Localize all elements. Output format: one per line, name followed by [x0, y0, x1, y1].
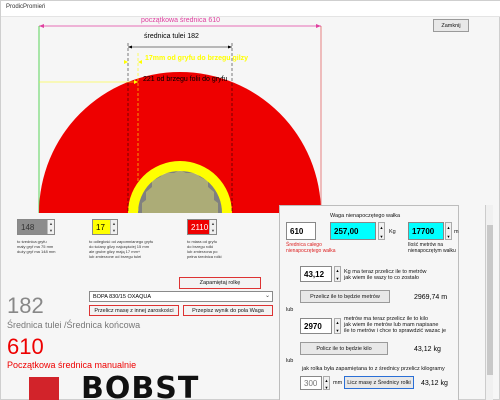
- meters-now-arrows[interactable]: ▲ ▼: [334, 318, 341, 334]
- calc-meters-button[interactable]: Przelicz ile to będzie metrów: [300, 290, 390, 303]
- mass-now-field[interactable]: 43,12: [300, 266, 332, 282]
- meters-unit: m: [454, 229, 459, 235]
- meters-label: Ilość metrów na nienapoczętym wałku: [408, 242, 456, 254]
- kg-result: 43,12 kg: [414, 346, 441, 353]
- initial-diameter-value: 610: [7, 334, 44, 359]
- panel-scrollbar[interactable]: [485, 205, 493, 400]
- calc-kg-button[interactable]: Policz ile to będzie kilo: [300, 342, 388, 355]
- meters-spinner-arrows[interactable]: ▲ ▼: [445, 222, 452, 240]
- gray-spinner-desc: to średnica gryfu mały gryf ma 75 mm duż…: [17, 239, 56, 254]
- core-diameter-caption: Średnica tulei /Średnica końcowa: [7, 320, 141, 330]
- initial-diameter-caption: Początkowa średnica manualnie: [7, 360, 137, 370]
- chevron-down-icon: ⌄: [264, 293, 270, 299]
- diameter-input[interactable]: 300: [300, 376, 322, 390]
- diameter-input-arrows[interactable]: ▲ ▼: [323, 376, 330, 390]
- meters-result: 2969,74 m: [414, 294, 448, 301]
- gray-spinner-arrows[interactable]: ▲ ▼: [47, 220, 54, 234]
- core-diameter-label: średnica tulei 182: [144, 33, 199, 40]
- weight-spinner-arrows[interactable]: ▲ ▼: [378, 222, 385, 240]
- mass-now-label: Kg ma teraz przelicz ile to metrów jak w…: [344, 269, 427, 281]
- gray-spinner[interactable]: 148 ▲ ▼: [17, 219, 55, 235]
- weight-unit: Kg: [389, 229, 396, 235]
- roll-diagram: początkowa średnica 610 średnica tulei 1…: [1, 13, 331, 213]
- transfer-result-button[interactable]: Przepisz wynik do pola Waga: [183, 305, 273, 316]
- brand-logo: BOBST: [81, 371, 200, 400]
- recalc-mass-button[interactable]: Przelicz masę z innej zaroskości: [89, 305, 179, 316]
- save-roll-button[interactable]: Zapamiętaj rolkę: [179, 277, 261, 289]
- yellow-spinner-desc: to odległość od zapomnianego gryfu do śc…: [89, 239, 154, 259]
- scrollbar-thumb[interactable]: [487, 225, 493, 375]
- meters-field[interactable]: 17700: [408, 222, 444, 240]
- calc-from-diameter-button[interactable]: Licz masę z Średnicy rolki: [344, 376, 414, 389]
- to-foil-label: 221 od brzegu folii do gryfu: [143, 76, 228, 83]
- app-window: ProdicPromień Zamknij początkowa średnic…: [0, 0, 500, 400]
- red-spinner-desc: to miara od gryfu do brzegu rolki lub zm…: [187, 239, 222, 259]
- roll-svg: [38, 24, 322, 213]
- or-label-1: lub: [286, 307, 294, 313]
- meters-now-label: metrów ma teraz przelicz ile to kilo jak…: [344, 316, 447, 334]
- red-spinner-value: 2110: [191, 222, 209, 232]
- logo-mark: [29, 377, 59, 400]
- material-select[interactable]: BOPA 830/15 OXAQUA ⌄: [89, 291, 273, 302]
- weight-field[interactable]: 257,00: [330, 222, 376, 240]
- mass-now-arrows[interactable]: ▲ ▼: [334, 266, 341, 282]
- or-label-2: lub: [286, 358, 294, 364]
- remembered-label: jak rolka była zapamiętana to z średnicy…: [302, 366, 445, 372]
- close-button[interactable]: Zamknij: [433, 19, 469, 32]
- to-glass-label: 17mm od gryfu do brzegu gilzy: [145, 55, 249, 62]
- gray-spinner-value: 148: [21, 222, 35, 232]
- yellow-spinner[interactable]: 17 ▲ ▼: [92, 219, 118, 235]
- calc-panel: Waga nienapoczętego wałka 610 Średnica c…: [279, 205, 459, 400]
- red-spinner[interactable]: 2110 ▲ ▼: [187, 219, 217, 235]
- yellow-spinner-arrows[interactable]: ▲ ▼: [110, 220, 117, 234]
- weight-title: Waga nienapoczętego wałka: [330, 213, 401, 219]
- yellow-spinner-value: 17: [96, 222, 105, 232]
- diameter-unit: mm: [333, 380, 343, 386]
- initial-diam-field[interactable]: 610: [286, 222, 316, 240]
- meters-now-field[interactable]: 2970: [300, 318, 332, 334]
- red-spinner-arrows[interactable]: ▲ ▼: [209, 220, 216, 234]
- final-result: 43,12 kg: [421, 380, 448, 387]
- window-title: ProdicPromień: [6, 4, 46, 10]
- material-select-value: BOPA 830/15 OXAQUA: [93, 293, 151, 300]
- initial-diameter-label: początkowa średnica 610: [141, 17, 220, 24]
- core-diameter-value: 182: [7, 293, 44, 318]
- initial-diam-label: Średnica całego nienapoczętego wałka: [286, 242, 336, 254]
